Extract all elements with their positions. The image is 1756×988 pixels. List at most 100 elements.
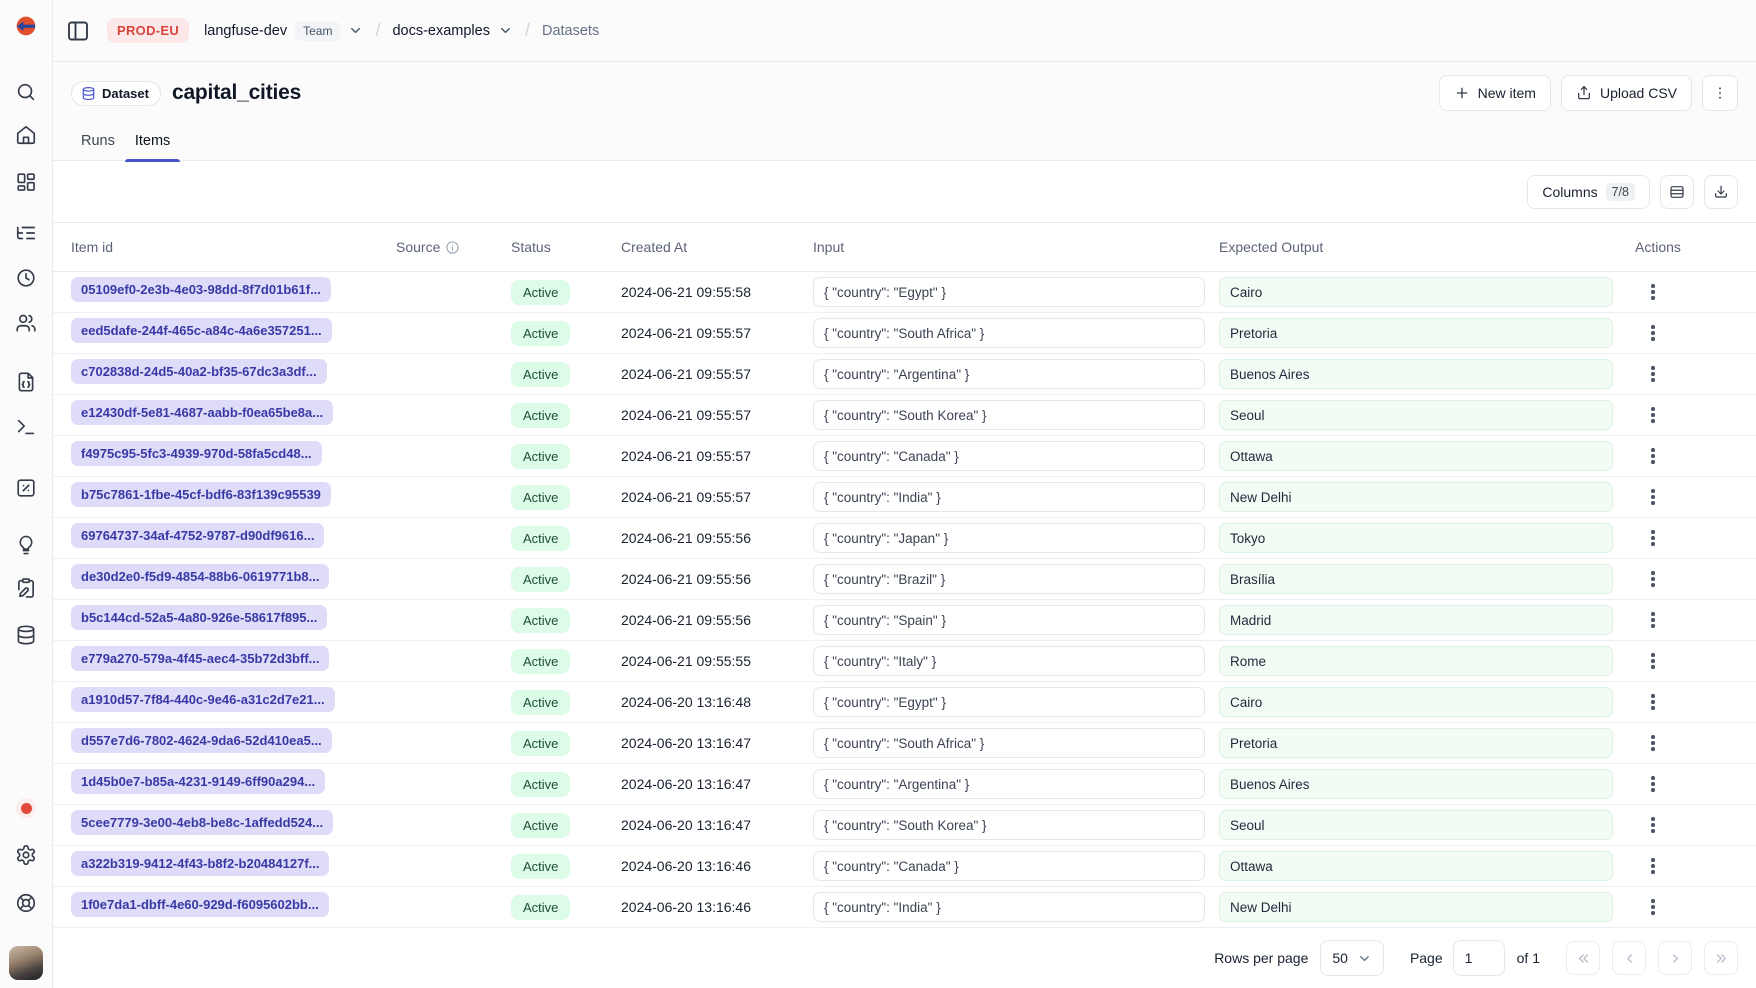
sidebar-item-support[interactable] [15,892,37,914]
table-row[interactable]: b75c7861-1fbe-45cf-bdf6-83f139c95539 Act… [53,477,1756,518]
organization-type-badge: Team [295,21,340,41]
rows-per-page-select[interactable]: 50 [1320,940,1384,976]
table-row[interactable]: eed5dafe-244f-465c-a84c-4a6e357251... Ac… [53,313,1756,354]
table-row[interactable]: a322b319-9412-4f43-b8f2-b20484127f... Ac… [53,846,1756,887]
recording-indicator[interactable] [16,798,36,818]
row-actions-button[interactable] [1647,362,1659,386]
sidebar-toggle-button[interactable] [66,19,90,43]
row-actions-button[interactable] [1647,567,1659,591]
row-actions-button[interactable] [1647,280,1659,304]
organization-selector[interactable]: langfuse-dev Team [204,21,363,41]
page-number-input[interactable] [1453,940,1505,976]
sidebar-item-terminal[interactable] [15,416,37,438]
status-badge: Active [511,854,570,879]
row-height-button[interactable] [1660,175,1694,209]
column-header-status: Status [511,239,621,255]
table-row[interactable]: e12430df-5e81-4687-aabb-f0ea65be8a... Ac… [53,395,1756,436]
item-id-badge[interactable]: e12430df-5e81-4687-aabb-f0ea65be8a... [71,400,333,425]
tab-runs[interactable]: Runs [71,133,125,161]
sidebar-item-prompts[interactable] [15,534,37,556]
input-preview: { "country": "South Africa" } [813,728,1205,758]
rows-per-page-label: Rows per page [1214,950,1308,966]
table-row[interactable]: f4975c95-5fc3-4939-970d-58fa5cd48... Act… [53,436,1756,477]
item-id-badge[interactable]: d557e7d6-7802-4624-9da6-52d410ea5... [71,728,332,753]
table-row[interactable]: 5cee7779-3e00-4eb8-be8c-1affedd524... Ac… [53,805,1756,846]
chevron-right-icon [1667,950,1684,967]
row-actions-button[interactable] [1647,321,1659,345]
table-row[interactable]: b5c144cd-52a5-4a80-926e-58617f895... Act… [53,600,1756,641]
sidebar-item-json-file[interactable] [15,371,37,393]
item-id-badge[interactable]: 1d45b0e7-b85a-4231-9149-6ff90a294... [71,769,325,794]
table-row[interactable]: de30d2e0-f5d9-4854-88b6-0619771b8... Act… [53,559,1756,600]
table-row[interactable]: d557e7d6-7802-4624-9da6-52d410ea5... Act… [53,723,1756,764]
row-actions-button[interactable] [1647,813,1659,837]
info-icon[interactable] [445,240,460,255]
columns-button[interactable]: Columns 7/8 [1527,175,1650,209]
item-id-badge[interactable]: b75c7861-1fbe-45cf-bdf6-83f139c95539 [71,482,331,507]
expected-output-preview: Rome [1219,646,1613,676]
item-id-badge[interactable]: c702838d-24d5-40a2-bf35-67dc3a3df... [71,359,327,384]
sidebar-item-datasets[interactable] [15,624,37,646]
table-row[interactable]: a1910d57-7f84-440c-9e46-a31c2d7e21... Ac… [53,682,1756,723]
input-preview: { "country": "Argentina" } [813,769,1205,799]
item-id-badge[interactable]: a1910d57-7f84-440c-9e46-a31c2d7e21... [71,687,335,712]
sidebar-item-home[interactable] [15,124,37,146]
upload-csv-button[interactable]: Upload CSV [1561,75,1692,111]
row-actions-button[interactable] [1647,854,1659,878]
created-at-cell: 2024-06-21 09:55:56 [621,530,813,546]
row-actions-button[interactable] [1647,485,1659,509]
table-row[interactable]: 1f0e7da1-dbff-4e60-929d-f6095602bb... Ac… [53,887,1756,928]
row-actions-button[interactable] [1647,731,1659,755]
sidebar-item-sessions[interactable] [15,267,37,289]
table-row[interactable]: c702838d-24d5-40a2-bf35-67dc3a3df... Act… [53,354,1756,395]
title-row: Dataset capital_cities New item Upload C… [71,75,1738,111]
table-row[interactable]: e779a270-579a-4f45-aec4-35b72d3bff... Ac… [53,641,1756,682]
row-actions-button[interactable] [1647,772,1659,796]
row-actions-button[interactable] [1647,895,1659,919]
sidebar-item-tracing[interactable] [15,222,37,244]
created-at-cell: 2024-06-21 09:55:57 [621,325,813,341]
export-button[interactable] [1704,175,1738,209]
last-page-button[interactable] [1704,941,1738,975]
first-page-button[interactable] [1566,941,1600,975]
input-preview: { "country": "Japan" } [813,523,1205,553]
sidebar-item-playground[interactable] [15,577,37,599]
table-row[interactable]: 69764737-34af-4752-9787-d90df9616... Act… [53,518,1756,559]
item-id-badge[interactable]: b5c144cd-52a5-4a80-926e-58617f895... [71,605,327,630]
row-actions-button[interactable] [1647,403,1659,427]
previous-page-button[interactable] [1612,941,1646,975]
sidebar-item-settings[interactable] [15,844,37,866]
row-actions-button[interactable] [1647,608,1659,632]
expected-output-preview: Seoul [1219,400,1613,430]
sidebar-item-search[interactable] [15,81,37,103]
dataset-actions-menu-button[interactable] [1702,75,1738,111]
item-id-badge[interactable]: a322b319-9412-4f43-b8f2-b20484127f... [71,851,329,876]
item-id-badge[interactable]: 1f0e7da1-dbff-4e60-929d-f6095602bb... [71,892,329,917]
table-row[interactable]: 05109ef0-2e3b-4e03-98dd-8f7d01b61f... Ac… [53,272,1756,313]
page-title: capital_cities [172,81,301,105]
next-page-button[interactable] [1658,941,1692,975]
table-row[interactable]: 1d45b0e7-b85a-4231-9149-6ff90a294... Act… [53,764,1756,805]
datasets-icon [15,624,37,646]
row-actions-button[interactable] [1647,649,1659,673]
user-avatar[interactable] [9,946,43,980]
project-selector[interactable]: docs-examples [392,23,513,39]
sidebar-item-evaluation[interactable] [15,477,37,499]
row-actions-button[interactable] [1647,690,1659,714]
item-id-badge[interactable]: 05109ef0-2e3b-4e03-98dd-8f7d01b61f... [71,277,331,302]
item-id-badge[interactable]: e779a270-579a-4f45-aec4-35b72d3bff... [71,646,329,671]
sidebar-item-dashboard[interactable] [15,171,37,193]
row-actions-button[interactable] [1647,444,1659,468]
tab-items[interactable]: Items [125,133,180,161]
item-id-badge[interactable]: 69764737-34af-4752-9787-d90df9616... [71,523,324,548]
row-actions-button[interactable] [1647,526,1659,550]
item-id-badge[interactable]: 5cee7779-3e00-4eb8-be8c-1affedd524... [71,810,333,835]
item-id-badge[interactable]: f4975c95-5fc3-4939-970d-58fa5cd48... [71,441,322,466]
item-id-badge[interactable]: eed5dafe-244f-465c-a84c-4a6e357251... [71,318,332,343]
langfuse-logo[interactable] [13,0,39,56]
sidebar-item-users[interactable] [15,312,37,334]
status-badge: Active [511,731,570,756]
new-item-button[interactable]: New item [1439,75,1551,111]
item-id-badge[interactable]: de30d2e0-f5d9-4854-88b6-0619771b8... [71,564,329,589]
dashboard-icon [15,171,37,193]
